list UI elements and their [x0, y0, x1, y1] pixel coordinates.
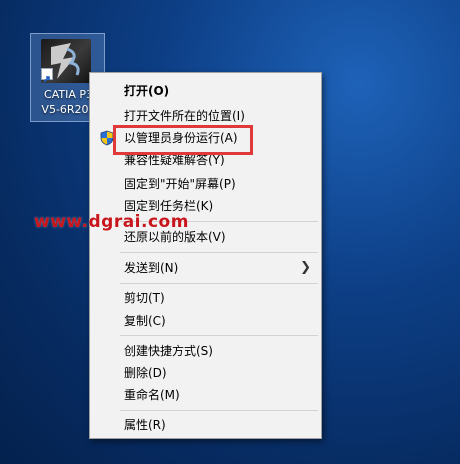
chevron-right-icon: ❯	[300, 260, 311, 275]
menu-item-label: 固定到"开始"屏幕(P)	[124, 177, 236, 191]
menu-item-create-shortcut[interactable]: 创建快捷方式(S)	[90, 340, 321, 362]
menu-item-label: 属性(R)	[124, 418, 166, 432]
menu-item-open-file-location[interactable]: 打开文件所在的位置(I)	[90, 105, 321, 127]
menu-item-pin-to-start[interactable]: 固定到"开始"屏幕(P)	[90, 173, 321, 195]
menu-item-label: 创建快捷方式(S)	[124, 344, 213, 358]
menu-item-properties[interactable]: 属性(R)	[90, 414, 321, 436]
menu-item-label: 打开文件所在的位置(I)	[124, 109, 245, 123]
menu-item-label: 打开(O)	[124, 84, 170, 98]
menu-item-copy[interactable]: 复制(C)	[90, 310, 321, 332]
menu-separator	[120, 283, 318, 284]
menu-item-label: 复制(C)	[124, 314, 166, 328]
menu-item-rename[interactable]: 重命名(M)	[90, 384, 321, 406]
menu-item-label: 剪切(T)	[124, 291, 165, 305]
menu-item-send-to[interactable]: 发送到(N) ❯	[90, 257, 321, 279]
menu-item-delete[interactable]: 删除(D)	[90, 362, 321, 384]
menu-item-open[interactable]: 打开(O)	[90, 80, 321, 102]
watermark-text: www.dgrai.com	[34, 212, 189, 232]
menu-item-label: 删除(D)	[124, 366, 167, 380]
highlight-box	[113, 125, 253, 155]
menu-item-label: 重命名(M)	[124, 388, 180, 402]
menu-separator	[120, 252, 318, 253]
menu-separator	[120, 410, 318, 411]
menu-item-label: 发送到(N)	[124, 261, 179, 275]
menu-separator	[120, 335, 318, 336]
menu-item-cut[interactable]: 剪切(T)	[90, 287, 321, 309]
shortcut-arrow-icon	[41, 68, 53, 83]
